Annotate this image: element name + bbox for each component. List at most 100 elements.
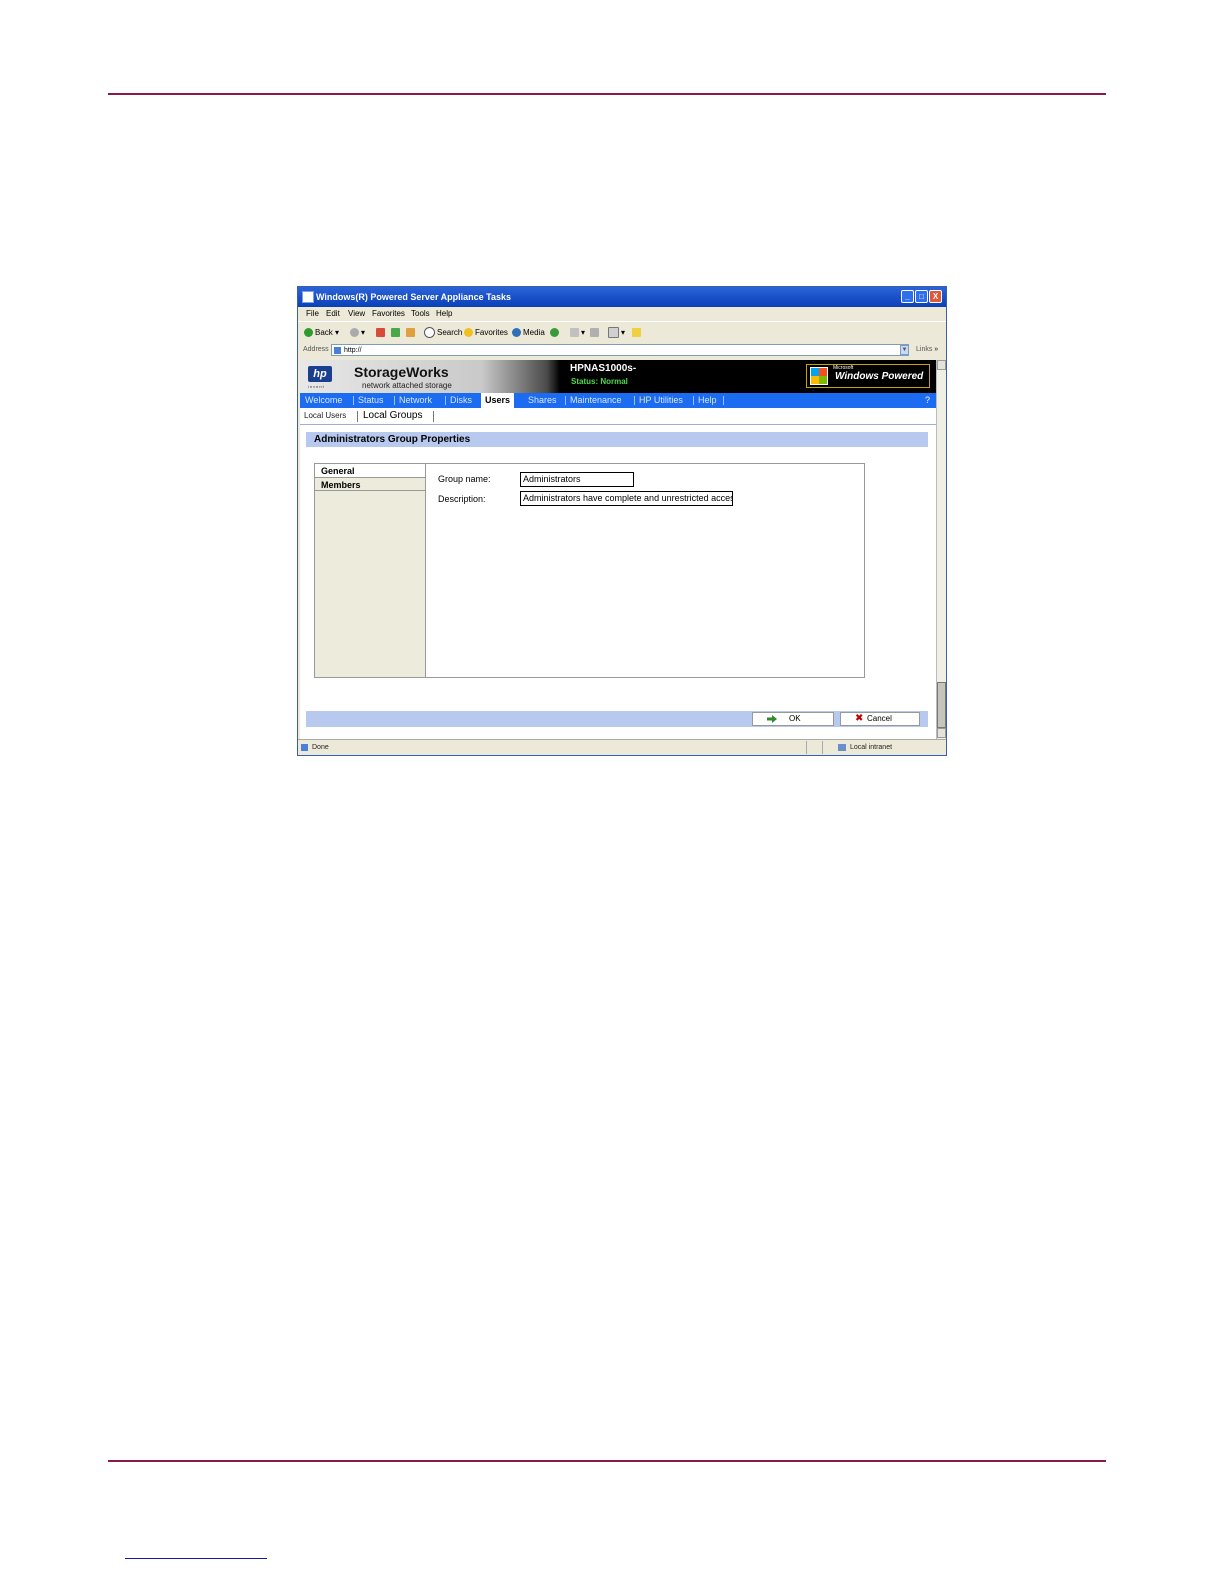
address-bar: Address http:// ▼ Links » [298,343,946,359]
favorites-label: Favorites [475,328,508,337]
web-content: hp invent StorageWorks network attached … [300,360,936,739]
cancel-x-icon: ✖ [855,713,864,724]
close-button[interactable]: X [929,290,942,303]
tab-general[interactable]: General [315,464,425,478]
menu-view[interactable]: View [348,307,365,321]
scroll-thumb[interactable] [937,682,946,728]
menu-help[interactable]: Help [436,307,452,321]
links-label[interactable]: Links » [916,346,938,353]
mail-icon [570,328,579,338]
nav-welcome[interactable]: Welcome [305,393,342,408]
back-label: Back [315,328,333,337]
links-more: » [934,346,939,353]
back-arrow-icon [304,328,313,338]
menu-edit[interactable]: Edit [326,307,340,321]
nav-hp-utilities[interactable]: HP Utilities [639,393,683,408]
description-field[interactable]: Administrators have complete and unrestr… [520,491,733,506]
server-name: HPNAS1000s- [570,363,637,374]
refresh-button[interactable] [391,326,402,340]
tab-local-users[interactable]: Local Users [304,408,346,424]
windows-flag-icon [810,367,828,385]
brand-subtitle: network attached storage [362,381,452,390]
messenger-button[interactable] [632,326,643,340]
address-label: Address [303,346,329,353]
windows-powered-logo: Microsoft Windows Powered [806,364,930,388]
back-button[interactable]: Back ▾ [304,326,339,340]
history-icon [550,328,559,338]
group-name-label: Group name: [438,474,491,484]
history-button[interactable] [550,326,561,340]
help-icon[interactable]: ? [925,393,930,408]
page-done-icon [301,744,308,751]
footer-link-underline [125,1558,267,1559]
tab-local-groups[interactable]: Local Groups [363,408,422,424]
cancel-button[interactable]: ✖ Cancel [840,712,920,726]
star-icon [464,328,473,338]
security-zone: Local intranet [850,744,893,751]
header-rule [108,93,1106,95]
search-button[interactable]: Search [424,326,462,340]
cancel-label: Cancel [867,714,892,723]
windows-powered-text: Windows Powered [835,371,924,382]
nav-help[interactable]: Help [698,393,717,408]
main-nav: Welcome Status Network Disks Users Share… [300,393,936,408]
address-input[interactable]: http:// [331,344,909,356]
vertical-scrollbar[interactable] [936,360,946,739]
mail-button[interactable]: ▾ [570,326,585,340]
home-icon [406,328,415,338]
forward-arrow-icon [350,328,359,338]
ie-icon [302,291,314,303]
hp-tagline: invent [308,384,325,389]
scroll-up-button[interactable] [937,360,946,370]
group-name-field[interactable]: Administrators [520,472,634,487]
edit-button[interactable]: ▾ [608,326,625,340]
print-button[interactable] [590,326,601,340]
sub-nav: Local Users Local Groups [300,408,936,425]
toolbar: Back ▾ ▾ Search Favorites Media ▾ ▾ [298,321,946,344]
scroll-down-button[interactable] [937,728,946,738]
intranet-icon [838,744,846,751]
ok-button[interactable]: OK [752,712,834,726]
hp-logo[interactable]: hp [308,366,332,382]
server-status: Status: Normal [571,377,628,386]
header-banner: hp invent StorageWorks network attached … [300,360,936,393]
minimize-button[interactable]: _ [901,290,914,303]
media-button[interactable]: Media [512,326,545,340]
home-button[interactable] [406,326,417,340]
maximize-button[interactable]: □ [915,290,928,303]
media-label: Media [523,328,545,337]
nav-maintenance[interactable]: Maintenance [570,393,622,408]
links-text: Links [916,346,933,353]
page-title: Administrators Group Properties [306,432,928,447]
brand-title: StorageWorks [354,364,449,380]
action-bar: OK ✖ Cancel [306,711,928,727]
menu-bar: File Edit View Favorites Tools Help [298,307,946,321]
nav-shares[interactable]: Shares [528,393,557,408]
stop-button[interactable] [376,326,387,340]
properties-panel: General Members Group name: Administrato… [314,463,865,678]
menu-favorites[interactable]: Favorites [372,307,405,321]
description-label: Description: [438,494,486,504]
favorites-button[interactable]: Favorites [464,326,508,340]
messenger-icon [632,328,641,338]
print-icon [590,328,599,338]
stop-icon [376,328,385,338]
nav-status[interactable]: Status [358,393,384,408]
chevron-down-icon[interactable]: ▼ [900,345,909,355]
footer-rule [108,1460,1106,1462]
search-label: Search [437,328,463,337]
page-icon [334,347,341,354]
tab-members[interactable]: Members [315,477,425,491]
property-tabs: General Members [315,464,426,677]
menu-tools[interactable]: Tools [411,307,430,321]
menu-file[interactable]: File [306,307,319,321]
nav-disks[interactable]: Disks [450,393,472,408]
status-bar: Done Local intranet [298,739,946,755]
arrow-right-icon [767,715,777,723]
address-value: http:// [344,347,362,354]
nav-users[interactable]: Users [481,393,515,408]
nav-network[interactable]: Network [399,393,432,408]
forward-button[interactable]: ▾ [350,326,365,340]
ok-label: OK [789,714,801,723]
status-text: Done [312,744,329,751]
